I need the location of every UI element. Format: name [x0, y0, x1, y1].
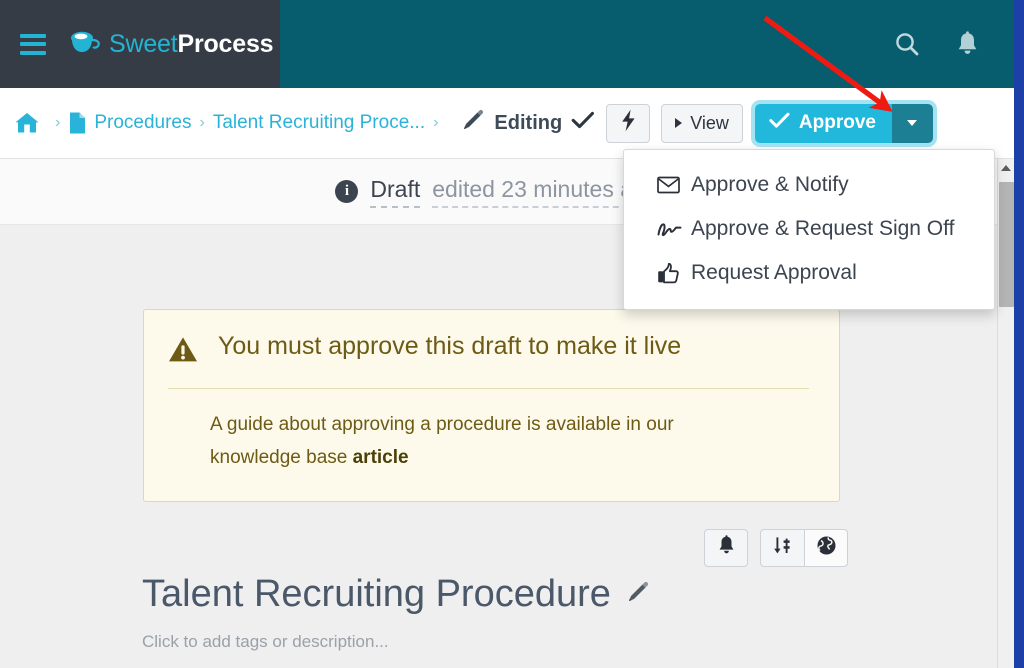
quick-actions-button[interactable]: [606, 103, 651, 143]
top-header: SweetProcess: [0, 0, 1014, 88]
app-root: SweetProcess › Procedures › Talent Recru…: [0, 0, 1024, 668]
breadcrumb: › Procedures › Talent Recruiting Proce..…: [14, 111, 446, 135]
document-notifications-button[interactable]: [704, 529, 748, 567]
search-icon[interactable]: [892, 29, 922, 59]
status-badge[interactable]: Draft: [370, 176, 421, 208]
globe-icon: [816, 535, 837, 561]
alert-article-link[interactable]: article: [353, 447, 409, 468]
top-header-actions: [892, 29, 1014, 59]
warning-triangle-icon: [168, 336, 198, 369]
page-title: Talent Recruiting Procedure: [142, 573, 611, 615]
pencil-icon[interactable]: [625, 580, 650, 610]
lightning-bolt-icon: [620, 109, 637, 137]
approve-draft-alert: You must approve this draft to make it l…: [143, 309, 840, 502]
coffee-cup-icon: [68, 29, 102, 60]
approve-button-label: Approve: [798, 112, 876, 133]
bell-icon[interactable]: [952, 29, 982, 59]
breadcrumb-item-current[interactable]: Talent Recruiting Proce...: [213, 112, 425, 134]
document-tags-placeholder[interactable]: Click to add tags or description...: [142, 632, 389, 652]
check-icon: [571, 110, 595, 136]
approve-button[interactable]: Approve: [754, 103, 892, 143]
document-icon: [68, 111, 87, 135]
menu-item-request-approval[interactable]: Request Approval: [624, 251, 994, 295]
document-view-toggle-group: [760, 529, 848, 567]
breadcrumb-separator: ›: [433, 114, 439, 131]
editing-label: Editing: [494, 111, 563, 134]
logo-sweet-text: Sweet: [109, 29, 178, 58]
alert-title: You must approve this draft to make it l…: [218, 332, 682, 360]
signature-icon: [657, 220, 685, 238]
document-visibility-button[interactable]: [804, 529, 848, 567]
draft-status-inner: i Draft edited 23 minutes ago: [335, 176, 659, 208]
thumbs-up-icon: [657, 262, 685, 284]
view-button[interactable]: View: [661, 103, 743, 143]
breadcrumb-item-procedures[interactable]: Procedures: [94, 112, 191, 134]
menu-item-approve-request-signoff[interactable]: Approve & Request Sign Off: [624, 207, 994, 251]
browser-frame-edge: [1014, 0, 1024, 668]
vertical-scrollbar[interactable]: [997, 159, 1014, 668]
home-icon[interactable]: [14, 111, 40, 135]
menu-item-label: Approve & Request Sign Off: [691, 217, 955, 240]
envelope-icon: [657, 176, 685, 194]
document-toolbar: [704, 529, 848, 567]
approve-button-group: Approve: [750, 99, 937, 147]
brand-band: SweetProcess: [0, 0, 280, 88]
approve-dropdown-toggle[interactable]: [891, 103, 933, 143]
sort-sliders-icon: [772, 535, 793, 561]
breadcrumb-separator: ›: [55, 114, 61, 131]
play-triangle-icon: [675, 118, 683, 128]
scroll-thumb[interactable]: [999, 182, 1014, 307]
alert-header: You must approve this draft to make it l…: [168, 332, 809, 389]
approve-dropdown-menu: Approve & Notify Approve & Request Sign …: [623, 149, 995, 310]
bell-icon: [717, 535, 736, 561]
menu-item-approve-notify[interactable]: Approve & Notify: [624, 163, 994, 207]
chevron-down-icon: [907, 120, 918, 126]
hamburger-menu-icon[interactable]: [20, 33, 46, 55]
check-icon: [769, 112, 790, 135]
app-logo[interactable]: SweetProcess: [68, 29, 274, 60]
editing-status: Editing: [460, 108, 595, 139]
document-sort-button[interactable]: [760, 529, 804, 567]
view-button-label: View: [690, 112, 729, 133]
document-title-row: Talent Recruiting Procedure: [142, 573, 650, 616]
logo-process-text: Process: [177, 29, 274, 58]
info-circle-icon: i: [335, 180, 359, 203]
logo-wordmark: SweetProcess: [109, 29, 274, 59]
pencil-icon: [460, 108, 485, 139]
breadcrumb-separator: ›: [199, 114, 205, 131]
alert-body-text: A guide about approving a procedure is a…: [210, 414, 674, 469]
menu-item-label: Request Approval: [691, 261, 857, 284]
alert-body: A guide about approving a procedure is a…: [168, 389, 733, 475]
caret-up-icon[interactable]: [998, 159, 1014, 176]
menu-item-label: Approve & Notify: [691, 173, 849, 196]
